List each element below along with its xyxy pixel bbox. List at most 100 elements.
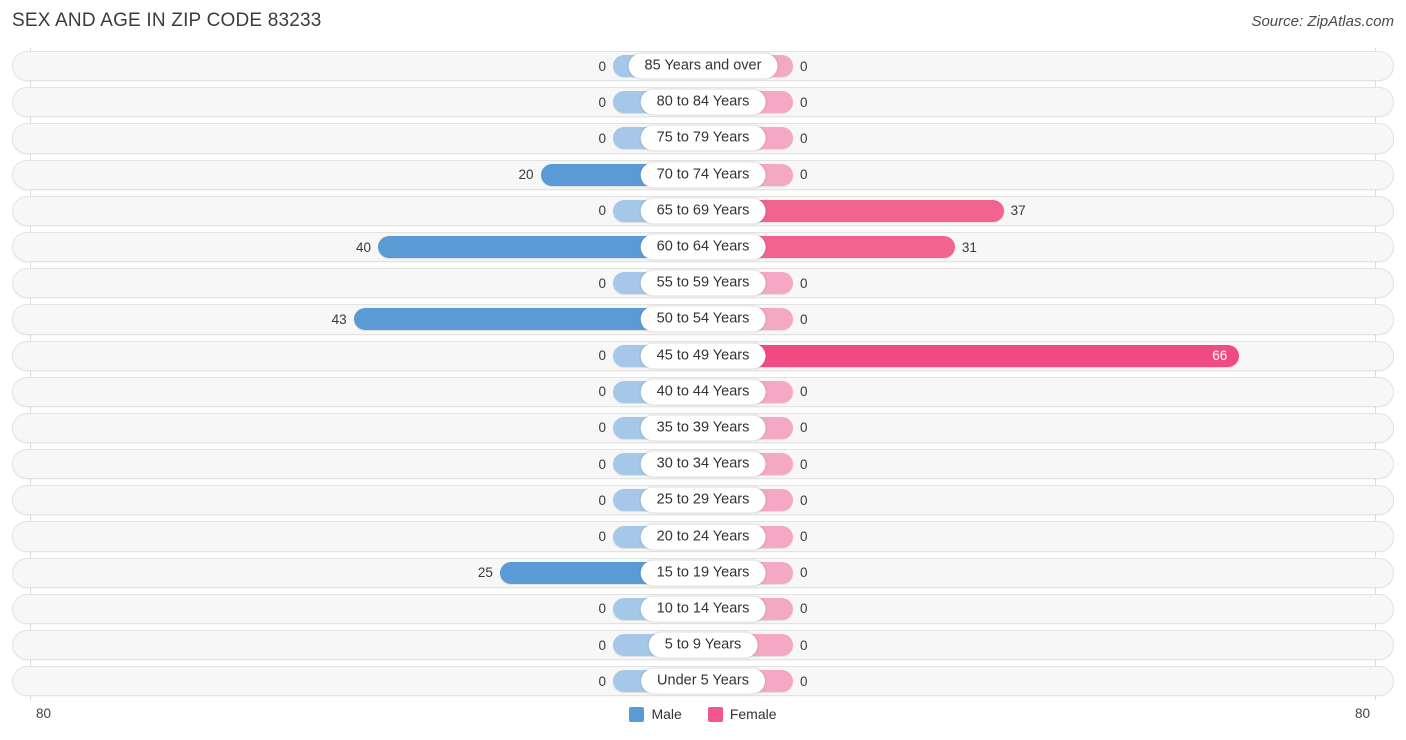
row-bars: 20 0 70 to 74 Years bbox=[12, 157, 1394, 193]
source-attribution: Source: ZipAtlas.com bbox=[1251, 13, 1394, 30]
age-group-row[interactable]: 0 0 5 to 9 Years bbox=[0, 627, 1406, 663]
age-group-row[interactable]: 40 31 60 to 64 Years bbox=[0, 229, 1406, 265]
male-half: 43 bbox=[12, 301, 703, 337]
row-bars: 0 0 55 to 59 Years bbox=[12, 265, 1394, 301]
age-group-label: 25 to 29 Years bbox=[640, 487, 766, 513]
female-value-label: 0 bbox=[800, 529, 808, 545]
chart-page: SEX AND AGE IN ZIP CODE 83233 Source: Zi… bbox=[0, 0, 1406, 740]
age-group-row[interactable]: 0 0 40 to 44 Years bbox=[0, 374, 1406, 410]
female-bar[interactable]: 66 bbox=[703, 344, 1240, 367]
age-group-label: 60 to 64 Years bbox=[640, 234, 766, 260]
age-group-row[interactable]: 25 0 15 to 19 Years bbox=[0, 555, 1406, 591]
female-value-label: 66 bbox=[1212, 348, 1228, 364]
female-half: 0 bbox=[703, 446, 1394, 482]
row-bars: 0 0 25 to 29 Years bbox=[12, 482, 1394, 518]
male-half: 0 bbox=[12, 265, 703, 301]
age-group-row[interactable]: 0 0 80 to 84 Years bbox=[0, 84, 1406, 120]
male-color-swatch-icon bbox=[629, 706, 645, 722]
male-half: 0 bbox=[12, 627, 703, 663]
male-value-label: 0 bbox=[598, 420, 606, 436]
female-color-swatch-icon bbox=[707, 706, 723, 722]
male-value-label: 0 bbox=[598, 348, 606, 364]
female-value-label: 0 bbox=[800, 94, 808, 110]
age-group-label: 40 to 44 Years bbox=[640, 379, 766, 405]
female-half: 0 bbox=[703, 157, 1394, 193]
age-group-row[interactable]: 0 66 45 to 49 Years bbox=[0, 338, 1406, 374]
age-group-label: 85 Years and over bbox=[628, 53, 778, 79]
male-value-label: 0 bbox=[598, 637, 606, 653]
row-bars: 43 0 50 to 54 Years bbox=[12, 301, 1394, 337]
male-value-label: 43 bbox=[331, 311, 347, 327]
male-value-label: 20 bbox=[518, 167, 534, 183]
age-group-row[interactable]: 0 0 75 to 79 Years bbox=[0, 120, 1406, 156]
page-title: SEX AND AGE IN ZIP CODE 83233 bbox=[12, 10, 322, 31]
row-bars: 25 0 15 to 19 Years bbox=[12, 555, 1394, 591]
male-half: 0 bbox=[12, 84, 703, 120]
female-half: 0 bbox=[703, 374, 1394, 410]
female-half: 0 bbox=[703, 555, 1394, 591]
age-group-row[interactable]: 0 37 65 to 69 Years bbox=[0, 193, 1406, 229]
female-half: 31 bbox=[703, 229, 1394, 265]
age-group-label: 75 to 79 Years bbox=[640, 125, 766, 151]
female-value-label: 0 bbox=[800, 492, 808, 508]
male-half: 0 bbox=[12, 120, 703, 156]
female-value-label: 0 bbox=[800, 384, 808, 400]
male-half: 0 bbox=[12, 338, 703, 374]
chart-header: SEX AND AGE IN ZIP CODE 83233 Source: Zi… bbox=[0, 0, 1406, 46]
male-half: 0 bbox=[12, 48, 703, 84]
age-group-row[interactable]: 0 0 20 to 24 Years bbox=[0, 518, 1406, 554]
row-bars: 40 31 60 to 64 Years bbox=[12, 229, 1394, 265]
age-group-label: 70 to 74 Years bbox=[640, 162, 766, 188]
legend-item-female[interactable]: Female bbox=[707, 706, 777, 722]
legend-item-male[interactable]: Male bbox=[629, 706, 682, 722]
female-half: 0 bbox=[703, 518, 1394, 554]
age-group-row[interactable]: 0 0 10 to 14 Years bbox=[0, 591, 1406, 627]
male-value-label: 0 bbox=[598, 673, 606, 689]
age-group-rows: 0 0 85 Years and over 0 0 80 to 84 Years 0 0 75 … bbox=[0, 48, 1406, 699]
age-group-label: 80 to 84 Years bbox=[640, 89, 766, 115]
row-bars: 0 0 80 to 84 Years bbox=[12, 84, 1394, 120]
row-bars: 0 0 10 to 14 Years bbox=[12, 591, 1394, 627]
age-group-row[interactable]: 20 0 70 to 74 Years bbox=[0, 157, 1406, 193]
male-value-label: 0 bbox=[598, 94, 606, 110]
age-group-row[interactable]: 43 0 50 to 54 Years bbox=[0, 301, 1406, 337]
female-value-label: 0 bbox=[800, 565, 808, 581]
male-value-label: 0 bbox=[598, 601, 606, 617]
female-half: 66 bbox=[703, 338, 1394, 374]
female-value-label: 0 bbox=[800, 275, 808, 291]
age-group-label: 50 to 54 Years bbox=[640, 306, 766, 332]
female-half: 0 bbox=[703, 84, 1394, 120]
age-group-row[interactable]: 0 0 Under 5 Years bbox=[0, 663, 1406, 699]
female-value-label: 37 bbox=[1010, 203, 1026, 219]
male-half: 0 bbox=[12, 410, 703, 446]
male-half: 0 bbox=[12, 518, 703, 554]
age-group-row[interactable]: 0 0 85 Years and over bbox=[0, 48, 1406, 84]
age-group-label: 20 to 24 Years bbox=[640, 524, 766, 550]
age-group-row[interactable]: 0 0 30 to 34 Years bbox=[0, 446, 1406, 482]
female-half: 37 bbox=[703, 193, 1394, 229]
legend: Male Female bbox=[0, 706, 1406, 722]
female-value-label: 0 bbox=[800, 58, 808, 74]
female-half: 0 bbox=[703, 591, 1394, 627]
row-bars: 0 0 85 Years and over bbox=[12, 48, 1394, 84]
plot-area: 0 0 85 Years and over 0 0 80 to 84 Years 0 0 75 … bbox=[0, 48, 1406, 700]
row-bars: 0 0 40 to 44 Years bbox=[12, 374, 1394, 410]
female-value-label: 0 bbox=[800, 673, 808, 689]
age-group-label: 55 to 59 Years bbox=[640, 270, 766, 296]
male-half: 20 bbox=[12, 157, 703, 193]
female-value-label: 0 bbox=[800, 167, 808, 183]
female-value-label: 0 bbox=[800, 456, 808, 472]
age-group-row[interactable]: 0 0 25 to 29 Years bbox=[0, 482, 1406, 518]
age-group-row[interactable]: 0 0 55 to 59 Years bbox=[0, 265, 1406, 301]
male-value-label: 0 bbox=[598, 529, 606, 545]
age-group-label: 15 to 19 Years bbox=[640, 560, 766, 586]
male-half: 0 bbox=[12, 446, 703, 482]
age-group-label: 45 to 49 Years bbox=[640, 343, 766, 369]
female-value-label: 0 bbox=[800, 420, 808, 436]
row-bars: 0 0 75 to 79 Years bbox=[12, 120, 1394, 156]
male-half: 0 bbox=[12, 374, 703, 410]
female-value-label: 0 bbox=[800, 637, 808, 653]
female-half: 0 bbox=[703, 663, 1394, 699]
age-group-row[interactable]: 0 0 35 to 39 Years bbox=[0, 410, 1406, 446]
age-group-label: 30 to 34 Years bbox=[640, 451, 766, 477]
